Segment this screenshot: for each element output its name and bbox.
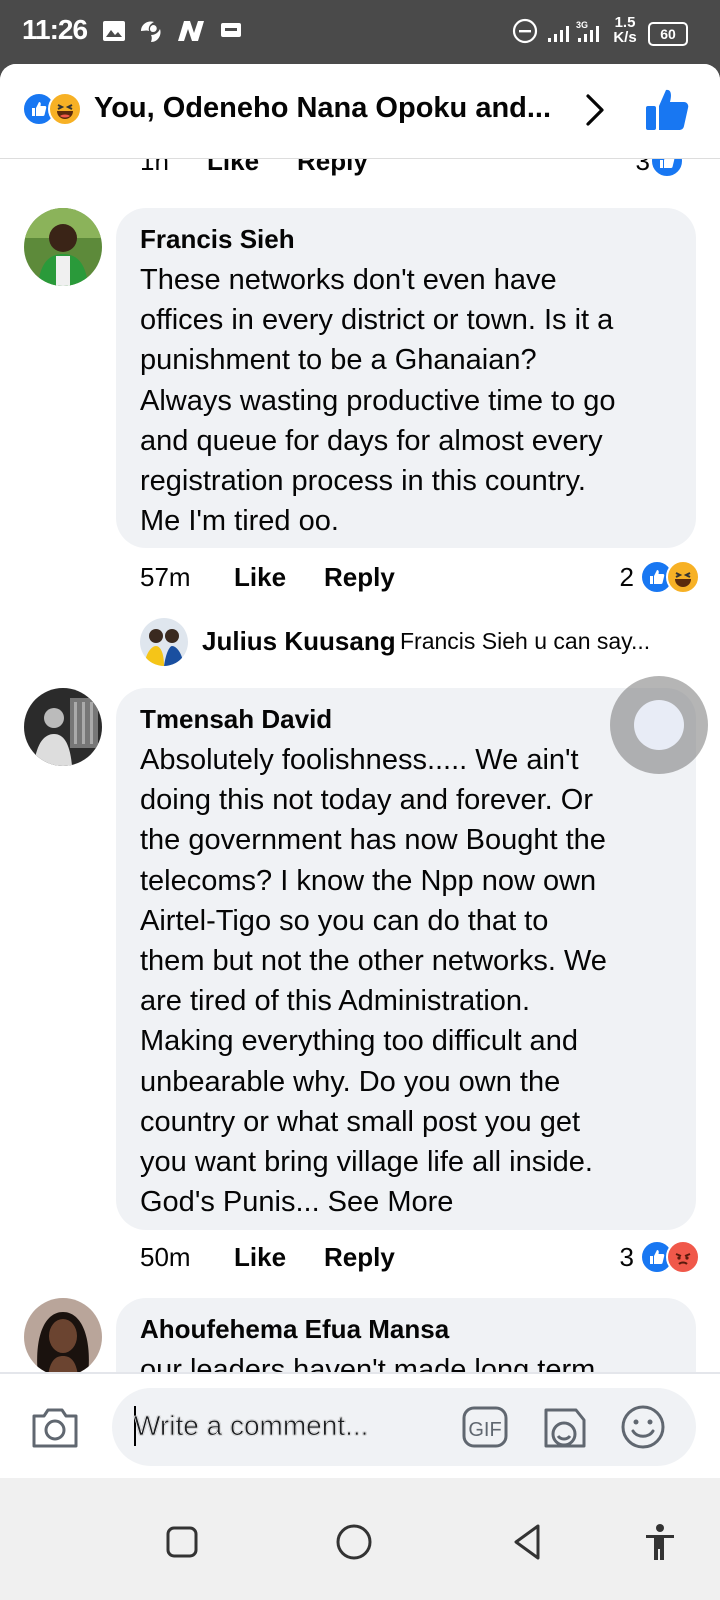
message-icon — [220, 18, 242, 44]
back-button[interactable] — [508, 1522, 548, 1562]
angry-icon — [666, 1240, 700, 1274]
comment-bubble[interactable]: Francis Sieh These networks don't even h… — [116, 208, 696, 548]
comment-author[interactable]: Tmensah David — [140, 704, 332, 735]
gif-button[interactable]: GIF — [462, 1406, 508, 1448]
sticker-icon[interactable] — [540, 1404, 588, 1452]
network-speed: 1.5 K/s — [613, 14, 637, 46]
comment-author[interactable]: Francis Sieh — [140, 224, 295, 255]
recent-apps-button[interactable] — [162, 1522, 202, 1562]
comment-composer: Write a comment... GIF — [0, 1372, 720, 1480]
avatar[interactable] — [24, 1298, 102, 1376]
comments-sheet: You, Odeneho Nana Opoku and... 1h Like R… — [0, 64, 720, 1600]
comment-text: These networks don't even have offices i… — [140, 264, 616, 538]
avatar[interactable] — [24, 688, 102, 766]
reactions-summary-title[interactable]: You, Odeneho Nana Opoku and... — [94, 92, 551, 125]
svg-text:GIF: GIF — [468, 1419, 501, 1441]
previous-comment-meta: 1h Like Reply 3 — [140, 158, 700, 182]
comment-meta: 57m Like Reply 2 — [140, 560, 700, 602]
like-comment-button[interactable]: Like — [207, 158, 259, 177]
do-not-disturb-icon — [512, 18, 538, 44]
comments-feed[interactable]: 1h Like Reply 3 Francis Sieh These netwo… — [0, 158, 720, 1440]
svg-text:3G: 3G — [576, 20, 588, 30]
emoji-icon[interactable] — [620, 1404, 666, 1450]
chevron-right-icon[interactable] — [580, 90, 610, 130]
reply-preview[interactable]: Julius Kuusang Francis Sieh u can say... — [140, 618, 700, 668]
assistive-touch-button[interactable] — [610, 676, 708, 774]
comment-author[interactable]: Ahoufehema Efua Mansa — [140, 1314, 449, 1345]
avatar[interactable] — [140, 618, 188, 666]
reaction-count: 2 — [619, 561, 634, 592]
comment-input[interactable]: Write a comment... GIF — [112, 1388, 696, 1466]
comment-meta: 50m Like Reply 3 — [140, 1240, 700, 1282]
comment-text[interactable]: Absolutely foolishness..... We ain't doi… — [140, 740, 680, 1222]
reactions-header[interactable]: You, Odeneho Nana Opoku and... — [0, 64, 720, 159]
app-notification-icon — [138, 18, 164, 44]
status-time: 11:26 — [22, 14, 88, 45]
home-button[interactable] — [334, 1522, 374, 1562]
status-bar: 11:26 3G 1.5 K/s 60 — [0, 0, 720, 66]
reaction-summary[interactable]: 3 — [620, 1240, 700, 1274]
reaction-count: 3 — [619, 1241, 634, 1272]
comment-time: 50m — [140, 1242, 191, 1272]
reply-comment-button[interactable]: Reply — [324, 1242, 395, 1273]
like-post-button[interactable] — [644, 86, 690, 132]
news-app-icon — [176, 18, 206, 44]
reply-text: Francis Sieh u can say... — [400, 628, 651, 654]
reaction-count: 3 — [635, 158, 650, 176]
header-reactions — [22, 92, 86, 126]
like-comment-button[interactable]: Like — [234, 562, 286, 593]
reaction-summary[interactable]: 2 — [620, 560, 700, 594]
comment-input-placeholder: Write a comment... — [134, 1410, 369, 1442]
gallery-icon — [102, 18, 126, 44]
comment-time: 1h — [140, 158, 169, 176]
comment-bubble[interactable]: Tmensah David Absolutely foolishness....… — [116, 688, 696, 1230]
system-navigation-bar — [0, 1478, 720, 1600]
camera-icon[interactable] — [30, 1404, 80, 1450]
haha-icon — [666, 560, 700, 594]
avatar[interactable] — [24, 208, 102, 286]
haha-icon — [48, 92, 82, 126]
reply-comment-button[interactable]: Reply — [324, 562, 395, 593]
reply-comment-button[interactable]: Reply — [297, 158, 368, 177]
comment-time: 57m — [140, 562, 191, 592]
accessibility-icon[interactable] — [640, 1522, 680, 1562]
like-comment-button[interactable]: Like — [234, 1242, 286, 1273]
reply-author[interactable]: Julius Kuusang — [202, 626, 396, 657]
like-icon — [650, 158, 684, 178]
signal-icon: 3G — [546, 18, 606, 44]
battery-icon: 60 — [648, 22, 688, 46]
